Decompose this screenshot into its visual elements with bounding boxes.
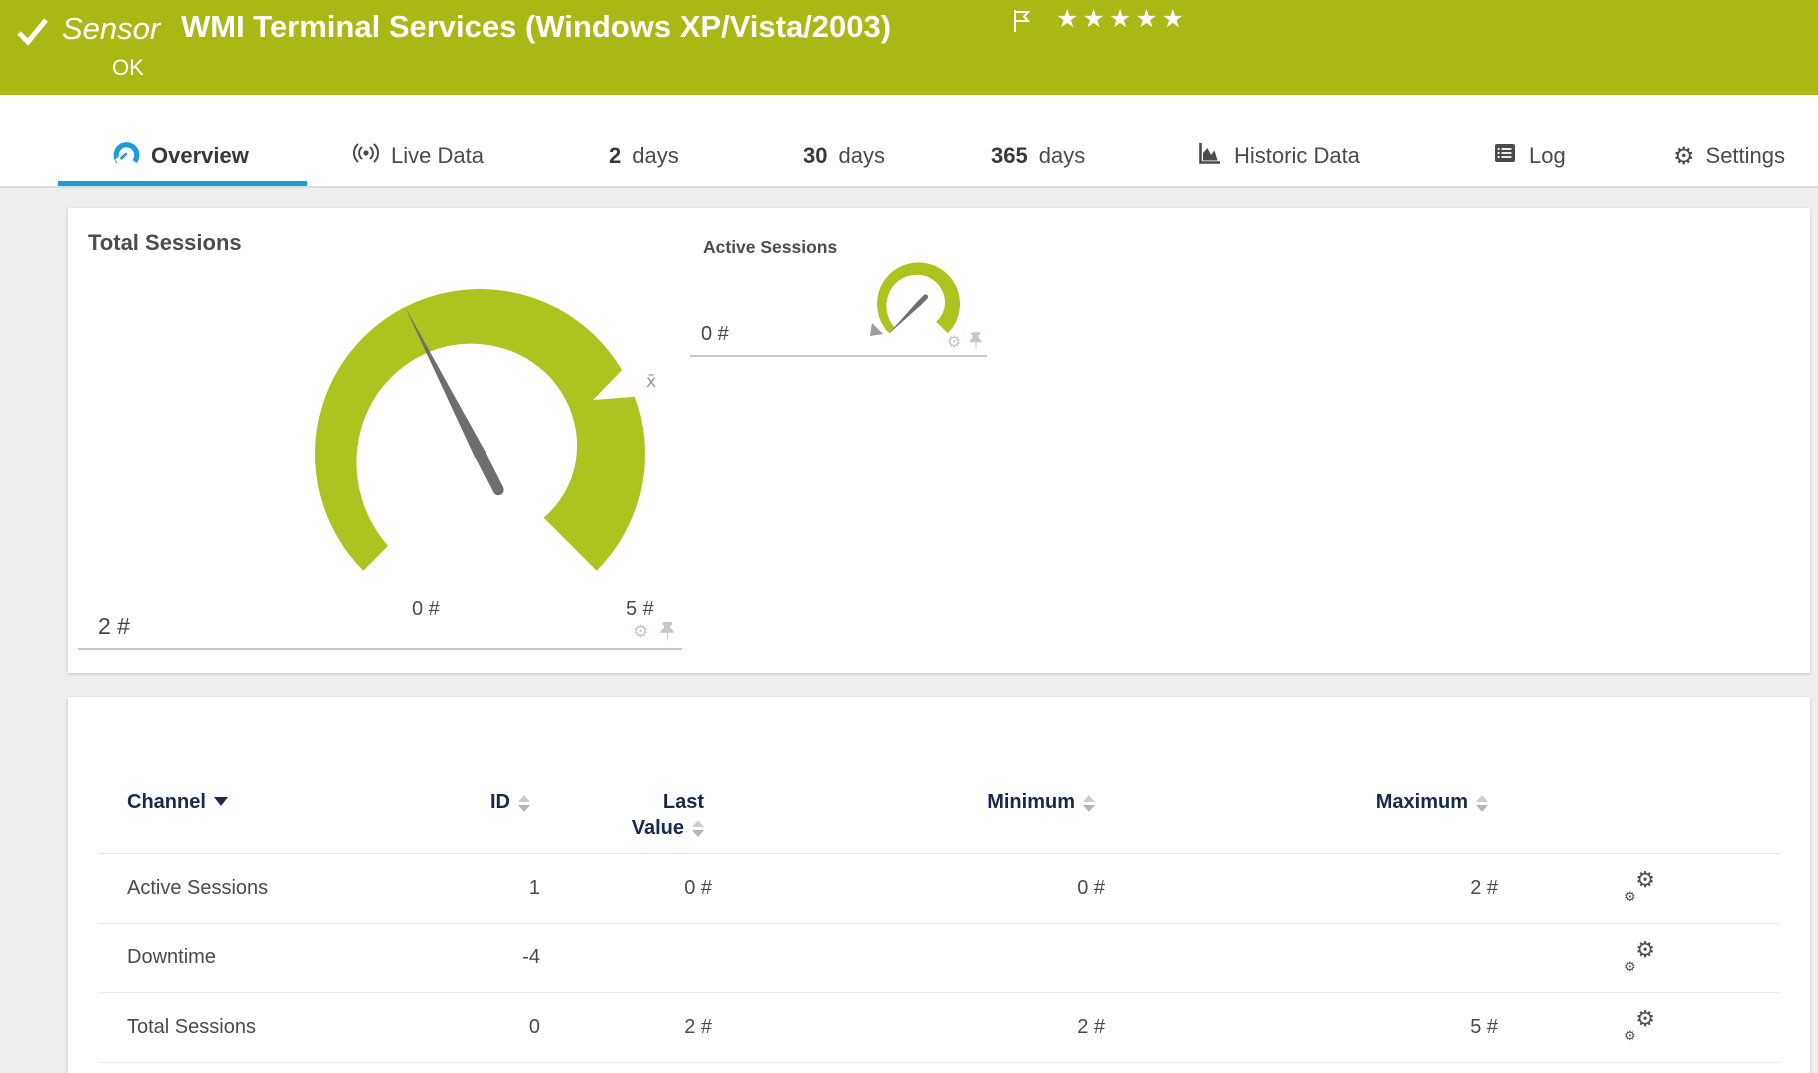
log-icon [1491, 140, 1518, 172]
total-sessions-title: Total Sessions [88, 230, 242, 256]
tab-live-data[interactable]: Live Data [352, 131, 484, 181]
status-check-icon [16, 16, 50, 53]
header-id[interactable]: ID [457, 697, 540, 815]
tab-settings[interactable]: ⚙ Settings [1673, 131, 1785, 181]
channel-table-header-row: Channel ID Last Value Minimum Maximum [98, 697, 1780, 854]
channel-maximum: 5 # [1105, 1016, 1498, 1039]
tab-bar: Overview Live Data 2 days 30 days 365 da… [0, 95, 1818, 188]
channel-last-value: 2 # [540, 1016, 712, 1039]
total-sessions-gear-icon[interactable]: ⚙ [633, 624, 648, 641]
total-sessions-value: 2 # [98, 613, 130, 640]
active-sessions-pin-icon[interactable] [969, 332, 983, 357]
channels-panel: Channel ID Last Value Minimum Maximum [68, 697, 1810, 1073]
gauge-icon [113, 140, 140, 173]
flag-icon[interactable] [1012, 9, 1034, 38]
average-marker-label: x̄ [646, 372, 656, 392]
gauges-panel: Total Sessions 2 # 0 # 5 # x̄ ⚙ Active S… [68, 208, 1810, 673]
sort-toggle-icon [1083, 795, 1095, 812]
channel-last-value: 0 # [540, 877, 712, 900]
priority-stars[interactable]: ★★★★★ [1056, 4, 1188, 33]
area-chart-icon [1196, 140, 1223, 173]
sort-toggle-icon [692, 820, 704, 837]
active-sessions-value: 0 # [701, 323, 729, 346]
active-tab-underline [58, 181, 307, 186]
object-kind-label: Sensor [62, 11, 160, 47]
channel-name: Downtime [98, 946, 457, 969]
header-minimum[interactable]: Minimum [712, 697, 1105, 815]
channel-id: 1 [457, 877, 540, 900]
gear-icon: ⚙ [1673, 144, 1695, 168]
sort-toggle-icon [1476, 795, 1488, 812]
channel-settings-gears-icon[interactable]: ⚙⚙ [1623, 943, 1655, 973]
sensor-status-text: OK [112, 55, 144, 81]
total-sessions-pin-icon[interactable] [660, 622, 675, 648]
channel-table: Channel ID Last Value Minimum Maximum [98, 697, 1780, 1063]
channel-maximum: 2 # [1105, 877, 1498, 900]
total-sessions-gauge-arc [315, 289, 645, 571]
total-sessions-divider [78, 648, 682, 650]
channel-settings-gears-icon[interactable]: ⚙⚙ [1623, 873, 1655, 903]
table-row: Active Sessions 1 0 # 0 # 2 # ⚙⚙ [98, 854, 1780, 924]
sort-desc-icon [214, 797, 228, 806]
active-sessions-avg-notch [870, 323, 883, 336]
channel-id: 0 [457, 1016, 540, 1039]
channel-name: Active Sessions [98, 877, 457, 900]
table-row: Downtime -4 ⚙⚙ [98, 924, 1780, 994]
header-maximum[interactable]: Maximum [1105, 697, 1498, 815]
active-sessions-needle [886, 295, 928, 337]
tab-log[interactable]: Log [1491, 131, 1566, 181]
sensor-title: WMI Terminal Services (Windows XP/Vista/… [181, 9, 891, 45]
channel-settings-gears-icon[interactable]: ⚙⚙ [1623, 1012, 1655, 1042]
sensor-header-bar: Sensor WMI Terminal Services (Windows XP… [0, 0, 1818, 95]
broadcast-icon [352, 140, 380, 172]
header-last-value[interactable]: Last Value [540, 697, 712, 841]
channel-name: Total Sessions [98, 1016, 457, 1039]
total-sessions-max-label: 5 # [626, 598, 654, 621]
tab-overview[interactable]: Overview [113, 131, 249, 181]
channel-id: -4 [457, 946, 540, 969]
header-channel[interactable]: Channel [98, 697, 457, 815]
tab-365-days[interactable]: 365 days [991, 131, 1085, 181]
active-sessions-gear-icon[interactable]: ⚙ [947, 334, 961, 350]
sort-toggle-icon [518, 795, 530, 812]
active-sessions-divider [690, 355, 987, 357]
active-sessions-gauge-arc [877, 262, 960, 333]
tab-30-days[interactable]: 30 days [803, 131, 885, 181]
table-row: Total Sessions 0 2 # 2 # 5 # ⚙⚙ [98, 993, 1780, 1063]
channel-minimum: 2 # [712, 1016, 1105, 1039]
total-sessions-min-label: 0 # [412, 598, 440, 621]
active-sessions-title: Active Sessions [703, 237, 837, 258]
tab-2-days[interactable]: 2 days [609, 131, 679, 181]
gauges-graphic [68, 208, 1810, 673]
channel-minimum: 0 # [712, 877, 1105, 900]
tab-historic-data[interactable]: Historic Data [1196, 131, 1360, 181]
